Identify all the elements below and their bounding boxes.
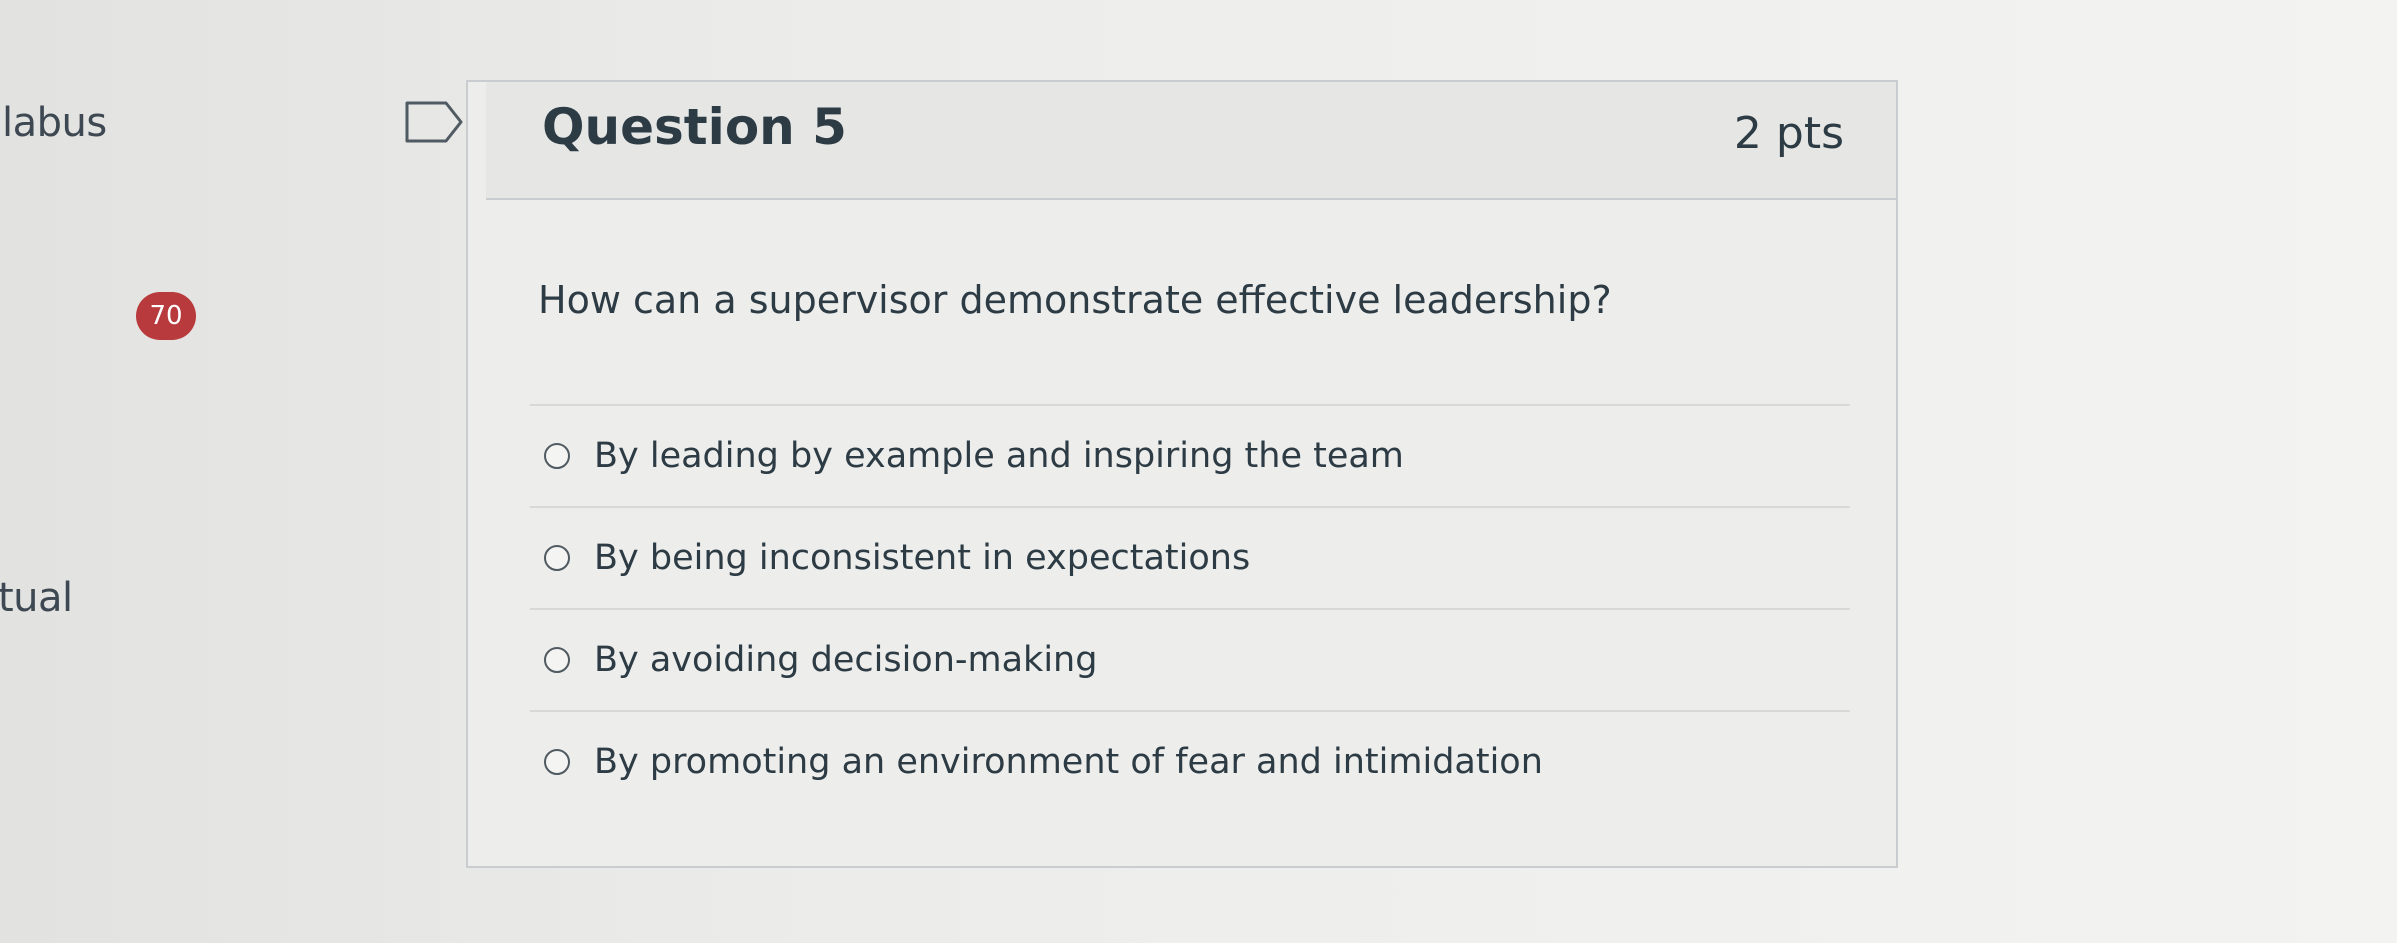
- answer-label[interactable]: By avoiding decision-making: [594, 640, 1097, 680]
- answer-option-1[interactable]: By leading by example and inspiring the …: [530, 404, 1850, 506]
- question-header: Question 5 2 pts: [486, 82, 1896, 200]
- answer-option-4[interactable]: By promoting an environment of fear and …: [530, 710, 1850, 812]
- question-card: Question 5 2 pts How can a supervisor de…: [466, 80, 1898, 868]
- question-title: Question 5: [542, 98, 847, 156]
- radio-button[interactable]: [544, 443, 570, 469]
- radio-button[interactable]: [544, 647, 570, 673]
- radio-button[interactable]: [544, 545, 570, 571]
- answer-label[interactable]: By promoting an environment of fear and …: [594, 742, 1543, 782]
- question-points: 2 pts: [1733, 108, 1844, 159]
- answer-label[interactable]: By being inconsistent in expectations: [594, 538, 1250, 578]
- answer-option-3[interactable]: By avoiding decision-making: [530, 608, 1850, 710]
- answer-label[interactable]: By leading by example and inspiring the …: [594, 436, 1404, 476]
- answer-option-2[interactable]: By being inconsistent in expectations: [530, 506, 1850, 608]
- sidebar-item-partial[interactable]: tual: [0, 575, 73, 621]
- sidebar-item-syllabus[interactable]: labus: [2, 100, 107, 146]
- answer-list: By leading by example and inspiring the …: [530, 404, 1850, 812]
- unread-count-badge: 70: [136, 292, 196, 340]
- radio-button[interactable]: [544, 749, 570, 775]
- question-text: How can a supervisor demonstrate effecti…: [538, 278, 1612, 322]
- flag-question-icon[interactable]: [404, 100, 464, 144]
